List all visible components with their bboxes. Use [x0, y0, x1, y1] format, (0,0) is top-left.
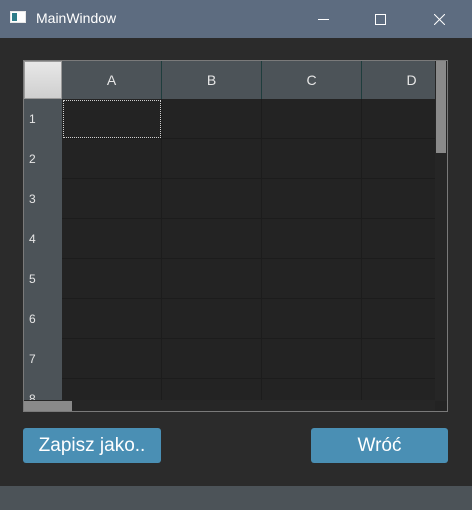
cell-b6[interactable] [162, 299, 262, 339]
cell-a1[interactable] [62, 99, 162, 139]
column-header-b[interactable]: B [162, 61, 262, 99]
row-header-5[interactable]: 5 [24, 259, 62, 299]
cell-c7[interactable] [262, 339, 362, 379]
cell-b4[interactable] [162, 219, 262, 259]
cell-c4[interactable] [262, 219, 362, 259]
row-header-1[interactable]: 1 [24, 99, 62, 139]
cell-b1[interactable] [162, 99, 262, 139]
select-all-corner[interactable] [24, 61, 62, 99]
window-title: MainWindow [36, 10, 117, 26]
cell-a2[interactable] [62, 139, 162, 179]
row-header-6[interactable]: 6 [24, 299, 62, 339]
row-header-7[interactable]: 7 [24, 339, 62, 379]
maximize-button[interactable] [357, 0, 403, 38]
cell-a7[interactable] [62, 339, 162, 379]
column-header-a[interactable]: A [62, 61, 162, 99]
horizontal-scrollbar[interactable] [24, 400, 435, 411]
cell-c3[interactable] [262, 179, 362, 219]
title-bar[interactable]: MainWindow [0, 0, 472, 38]
row-header-4[interactable]: 4 [24, 219, 62, 259]
row-header-3[interactable]: 3 [24, 179, 62, 219]
horizontal-scrollbar-thumb[interactable] [24, 401, 72, 411]
cell-a3[interactable] [62, 179, 162, 219]
vertical-scrollbar[interactable] [435, 61, 447, 401]
cell-c6[interactable] [262, 299, 362, 339]
spreadsheet-table[interactable]: A B C D 1 2 3 4 5 6 7 8 [23, 60, 448, 412]
save-as-button[interactable]: Zapisz jako.. [23, 428, 161, 463]
cell-b5[interactable] [162, 259, 262, 299]
cell-a6[interactable] [62, 299, 162, 339]
minimize-button[interactable] [300, 0, 346, 38]
close-icon [433, 13, 445, 25]
row-header-2[interactable]: 2 [24, 139, 62, 179]
status-bar [0, 486, 472, 510]
close-button[interactable] [416, 0, 462, 38]
cell-c2[interactable] [262, 139, 362, 179]
cell-b2[interactable] [162, 139, 262, 179]
column-header-c[interactable]: C [262, 61, 362, 99]
minimize-icon [317, 14, 329, 25]
cell-a4[interactable] [62, 219, 162, 259]
cell-a5[interactable] [62, 259, 162, 299]
vertical-scrollbar-thumb[interactable] [436, 61, 446, 153]
cell-b3[interactable] [162, 179, 262, 219]
cell-b7[interactable] [162, 339, 262, 379]
back-button[interactable]: Wróć [311, 428, 448, 463]
app-icon [10, 11, 26, 23]
cell-c1[interactable] [262, 99, 362, 139]
maximize-icon [374, 13, 386, 25]
cell-c5[interactable] [262, 259, 362, 299]
